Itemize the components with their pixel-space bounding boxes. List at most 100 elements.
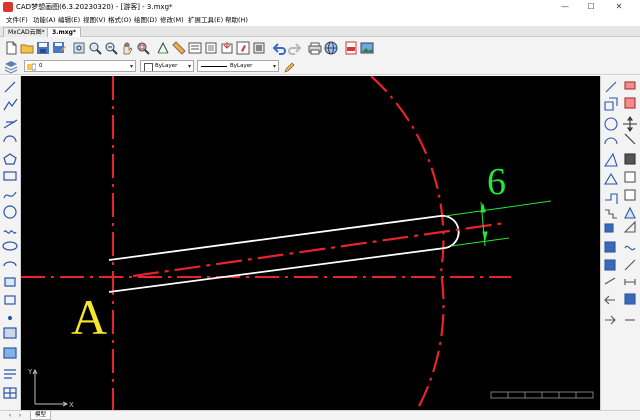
dimension-linear-icon	[604, 295, 615, 305]
draw-toolbar	[0, 76, 21, 410]
join-icon	[605, 209, 617, 219]
line-type-icon	[624, 259, 636, 271]
move-icon	[623, 116, 637, 132]
ellipse-arc-icon	[3, 261, 17, 267]
open-folder-icon[interactable]	[20, 40, 34, 54]
linetype-combo[interactable]: ByLayer ▾	[197, 60, 279, 72]
pdf-icon[interactable]	[344, 40, 358, 55]
menu-help[interactable]: 帮助(H)	[225, 14, 248, 26]
text-style-icon[interactable]	[252, 40, 266, 54]
slot-upper-edge	[108, 215, 441, 261]
line-icon	[4, 81, 16, 93]
array-icon	[603, 152, 618, 167]
arc-icon	[3, 135, 17, 143]
zoom-realtime-icon[interactable]	[104, 40, 118, 55]
scale-icon	[624, 133, 636, 145]
tab-cloud[interactable]: MxCAD云图*	[3, 27, 50, 37]
ellipse-icon	[2, 241, 18, 251]
drawing-canvas[interactable]: 6 A Y X	[21, 75, 600, 411]
color-value: ByLayer	[155, 63, 178, 69]
distance-icon	[624, 279, 636, 285]
color-combo[interactable]: ByLayer ▾	[140, 60, 194, 72]
menu-format[interactable]: 格式(O)	[108, 14, 131, 26]
circle-icon	[3, 205, 17, 219]
offset-icon	[604, 117, 618, 131]
point-icon	[7, 315, 13, 321]
minimize-button[interactable]: —	[554, 0, 576, 14]
zoom-previous-icon[interactable]	[156, 40, 170, 54]
color-swatch	[144, 63, 153, 71]
trim-icon	[624, 171, 636, 183]
menu-view[interactable]: 视图(V)	[83, 14, 106, 26]
next-layout-arrow[interactable]: ›	[16, 411, 24, 420]
pencil-icon[interactable]	[283, 59, 296, 73]
menu-edit[interactable]: 编辑(E)	[58, 14, 80, 26]
save-icon[interactable]	[36, 40, 50, 54]
modify-tools	[603, 81, 637, 325]
align-icon	[604, 172, 618, 185]
chevron-down-icon: ▾	[129, 63, 133, 70]
extend-icon	[605, 193, 618, 204]
layer-manager-icon[interactable]	[172, 40, 186, 55]
standard-toolbar	[0, 37, 640, 58]
rotate-icon	[604, 137, 618, 145]
menu-modify[interactable]: 修改(M)	[160, 14, 184, 26]
save-as-icon[interactable]	[52, 40, 66, 54]
menu-file[interactable]: 文件(F)	[6, 14, 28, 26]
layout-tab-bar: ‹ › 模型	[0, 410, 640, 420]
zoom-extents-icon[interactable]	[136, 40, 150, 55]
layers-icon[interactable]	[4, 59, 18, 74]
properties-icon[interactable]	[188, 40, 202, 54]
window-title: CAD梦想画图(6.3.20230320) - [游客] - 3.mxg*	[16, 3, 173, 11]
block-icon[interactable]	[204, 40, 218, 54]
ucs-icon	[32, 368, 69, 407]
menu-extensions[interactable]: 扩展工具(E)	[188, 14, 223, 26]
spline-icon	[3, 191, 17, 199]
erase-icon	[624, 81, 636, 90]
menu-function[interactable]: 功能(A)	[33, 14, 56, 26]
title-bar: CAD梦想画图(6.3.20230320) - [游客] - 3.mxg* — …	[0, 0, 640, 14]
layer-state-icon	[27, 62, 37, 71]
print-preview-icon[interactable]	[72, 40, 86, 54]
insert-block-icon	[4, 277, 16, 287]
zoom-window-icon[interactable]	[88, 40, 102, 55]
image-icon[interactable]	[360, 40, 374, 54]
insert-icon[interactable]	[220, 40, 234, 54]
dimension-value: 6	[487, 161, 506, 203]
model-tab[interactable]: 模型	[30, 411, 52, 420]
dimension-extension-line-bottom	[450, 237, 510, 247]
new-file-icon[interactable]	[4, 40, 18, 55]
explode-icon	[623, 220, 636, 233]
pan-icon[interactable]	[120, 40, 134, 55]
create-block-icon	[4, 295, 16, 305]
ucs-axis-x: X	[69, 401, 74, 409]
ucs-axis-y: Y	[27, 368, 33, 376]
menu-draw[interactable]: 绘图(D)	[134, 14, 157, 26]
web-icon[interactable]	[324, 40, 338, 55]
polyline-icon	[3, 98, 18, 111]
break-at-point-icon	[604, 277, 616, 285]
linetype-value: ByLayer	[230, 63, 253, 69]
chevron-down-icon: ▾	[272, 63, 276, 70]
prev-layout-arrow[interactable]: ‹	[6, 411, 14, 420]
copy-icon	[604, 97, 618, 111]
line-icon	[605, 81, 617, 93]
layer-combo[interactable]: 0 ▾	[24, 60, 136, 72]
maximize-button[interactable]: ☐	[580, 0, 602, 14]
break-icon	[624, 189, 636, 201]
app-logo-icon	[3, 2, 13, 12]
tab-file[interactable]: 3.mxg*	[47, 27, 82, 37]
match-properties-icon[interactable]	[236, 40, 250, 55]
multiline-text-icon	[4, 369, 16, 379]
close-button[interactable]: ✕	[608, 0, 630, 14]
undo-icon[interactable]	[272, 40, 286, 55]
draw-tools	[2, 81, 18, 399]
redo-icon[interactable]	[288, 40, 302, 55]
plot-icon[interactable]	[308, 40, 322, 55]
lengthen-icon	[604, 241, 616, 253]
linetype-preview	[201, 66, 227, 67]
rectangle-icon	[3, 171, 17, 181]
fillet-icon	[604, 223, 614, 233]
scale-bar	[490, 391, 594, 399]
chevron-down-icon: ▾	[187, 63, 191, 70]
